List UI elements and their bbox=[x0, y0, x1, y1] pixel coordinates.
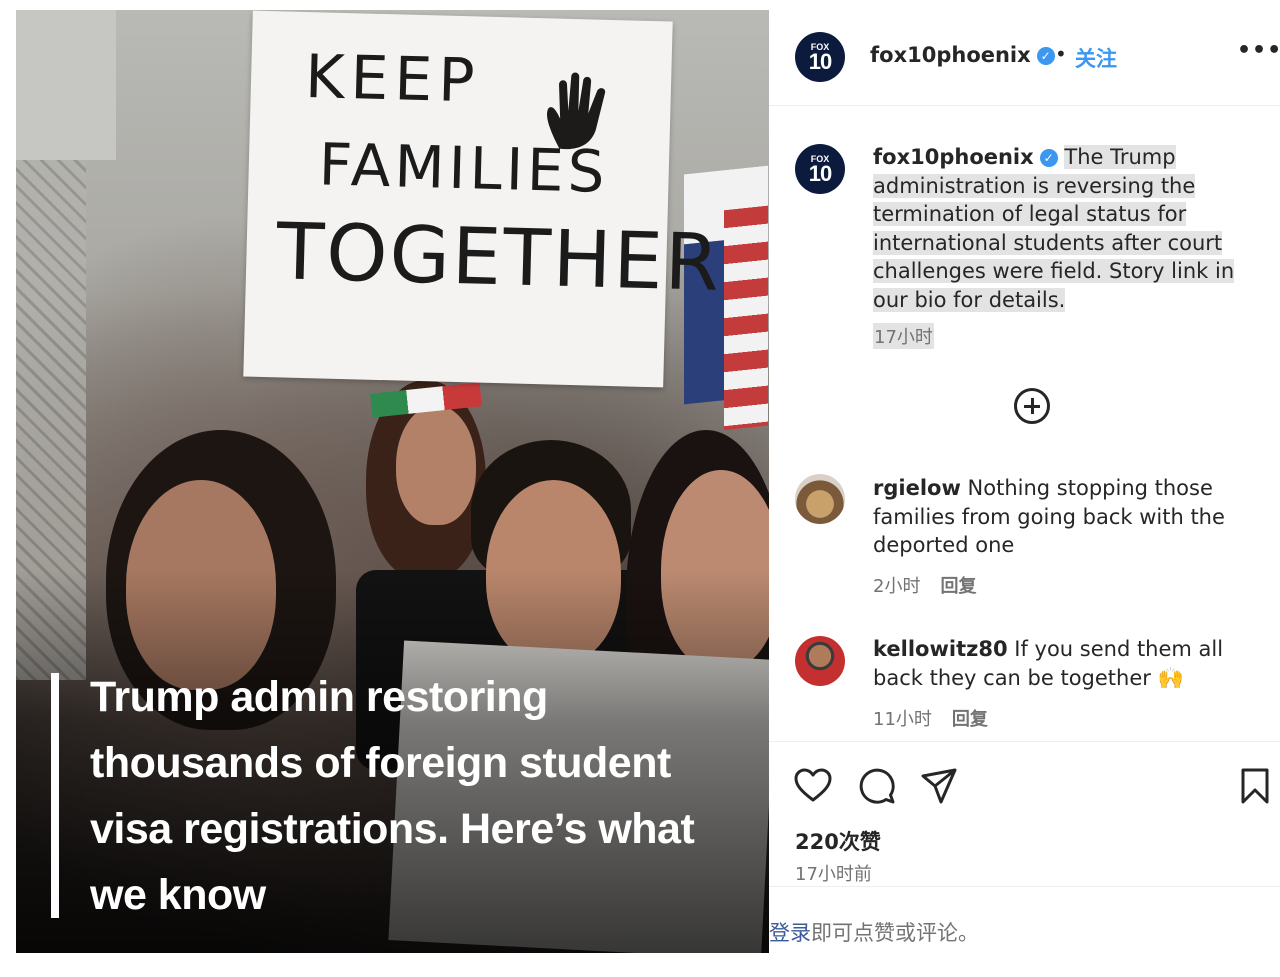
caption-avatar[interactable]: FOX 10 bbox=[795, 144, 845, 194]
caption-time[interactable]: 17小时 bbox=[873, 323, 934, 349]
post-caption: fox10phoenix ✓ The Trump administration i… bbox=[873, 143, 1273, 314]
caption-username[interactable]: fox10phoenix bbox=[873, 145, 1034, 169]
login-link[interactable]: 登录 bbox=[769, 921, 811, 945]
load-more-icon[interactable] bbox=[1014, 388, 1050, 424]
sign-line-2: FAMILIES bbox=[317, 130, 610, 206]
comment-time[interactable]: 2小时 bbox=[873, 576, 920, 597]
comment: kellowitz80 If you send them all back th… bbox=[873, 635, 1273, 692]
sign-line-3: TOGETHER bbox=[275, 207, 723, 309]
avatar[interactable] bbox=[795, 636, 845, 686]
bookmark-icon[interactable] bbox=[1235, 766, 1275, 806]
like-count[interactable]: 220次赞 bbox=[795, 826, 881, 856]
caption-text: The Trump administration is reversing th… bbox=[873, 145, 1235, 312]
avatar-logo-bottom: 10 bbox=[808, 161, 832, 186]
more-icon[interactable]: ••• bbox=[1237, 38, 1280, 63]
header-username[interactable]: fox10phoenix bbox=[870, 43, 1031, 67]
share-icon[interactable] bbox=[919, 766, 959, 806]
protest-sign: KEEP FAMILIES TOGETHER bbox=[243, 10, 722, 388]
reply-button[interactable]: 回复 bbox=[952, 709, 988, 730]
post-header: FOX 10 fox10phoenix ✓ • 关注 ••• bbox=[769, 10, 1280, 106]
post-panel: FOX 10 fox10phoenix ✓ • 关注 ••• FOX 10 fox… bbox=[769, 10, 1280, 953]
protester-face bbox=[396, 405, 476, 525]
post-timestamp[interactable]: 17小时前 bbox=[795, 860, 872, 886]
overlay-headline: Trump admin restoring thousands of forei… bbox=[90, 673, 695, 919]
avatar-logo-bottom: 10 bbox=[808, 49, 832, 74]
comment-icon[interactable] bbox=[857, 766, 897, 806]
follow-button[interactable]: 关注 bbox=[1075, 43, 1117, 73]
header-username-wrap[interactable]: fox10phoenix ✓ bbox=[870, 43, 1055, 67]
verified-icon: ✓ bbox=[1036, 47, 1055, 65]
comment-username[interactable]: kellowitz80 bbox=[873, 637, 1008, 661]
login-prompt-text: 即可点赞或评论。 bbox=[811, 921, 979, 945]
reply-button[interactable]: 回复 bbox=[940, 576, 976, 597]
avatar[interactable] bbox=[795, 474, 845, 524]
verified-icon: ✓ bbox=[1039, 149, 1058, 167]
comment-meta: 2小时 回复 bbox=[873, 572, 976, 598]
login-footer: 登录即可点赞或评论。 bbox=[769, 886, 1280, 953]
avatar[interactable]: FOX 10 bbox=[795, 32, 845, 82]
comment-meta: 11小时 回复 bbox=[873, 705, 988, 731]
header-separator: • bbox=[1055, 42, 1067, 66]
heart-icon[interactable] bbox=[793, 766, 833, 806]
overlay-accent-bar bbox=[51, 673, 59, 918]
sign-line-1: KEEP bbox=[304, 41, 482, 117]
login-prompt: 登录即可点赞或评论。 bbox=[769, 917, 979, 947]
comment: rgielow Nothing stopping those families … bbox=[873, 474, 1273, 560]
comment-username[interactable]: rgielow bbox=[873, 476, 961, 500]
post-image[interactable]: KEEP FAMILIES TOGETHER Trump admin resto… bbox=[16, 10, 769, 953]
background-wall bbox=[16, 10, 116, 160]
comment-time[interactable]: 11小时 bbox=[873, 709, 932, 730]
